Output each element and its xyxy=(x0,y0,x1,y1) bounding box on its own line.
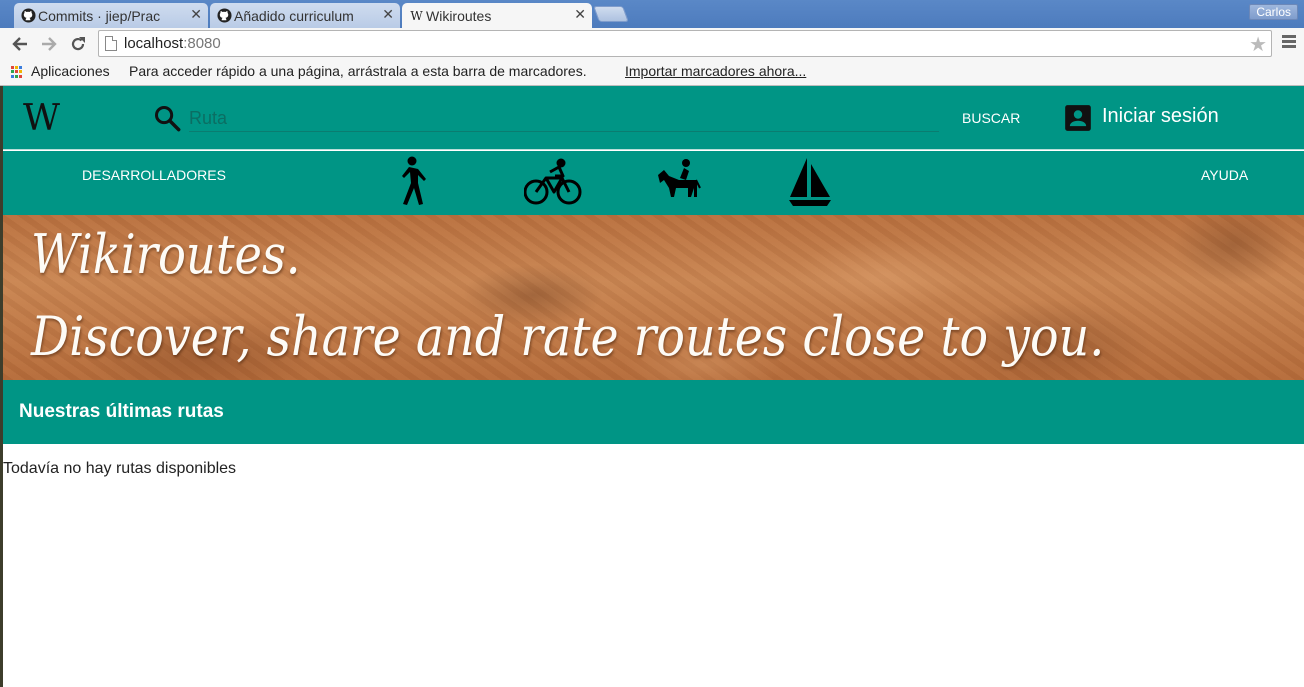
cycling-icon[interactable] xyxy=(523,155,583,209)
tab-title: Añadido curriculum xyxy=(234,7,354,24)
reload-icon[interactable] xyxy=(66,32,90,56)
walking-icon[interactable] xyxy=(387,155,433,209)
close-tab-icon[interactable]: ✕ xyxy=(382,6,394,23)
page-icon xyxy=(105,36,117,51)
bookmarks-bar: Aplicaciones Para acceder rápido a una p… xyxy=(0,60,1304,86)
banner-title: Wikiroutes. xyxy=(31,223,301,286)
address-bar[interactable]: localhost:8080 ★ xyxy=(98,30,1272,57)
apps-link[interactable]: Aplicaciones xyxy=(31,63,110,79)
browser-user-badge[interactable]: Carlos xyxy=(1249,4,1298,20)
activity-nav: DESARROLLADORES AYUDA xyxy=(3,151,1304,215)
wikipedia-icon: W xyxy=(410,8,423,23)
latest-routes-header: Nuestras últimas rutas xyxy=(3,380,1304,444)
browser-toolbar: localhost:8080 ★ xyxy=(0,28,1304,60)
browser-menu-icon[interactable] xyxy=(1282,35,1296,50)
empty-routes-message: Todavía no hay rutas disponibles xyxy=(3,460,237,477)
github-icon xyxy=(217,8,232,23)
tab-title: Commits · jiep/Pract xyxy=(38,7,160,24)
route-search-input[interactable] xyxy=(189,105,939,132)
browser-tab-commits[interactable]: Commits · jiep/Pract ✕ xyxy=(14,3,208,28)
section-title: Nuestras últimas rutas xyxy=(19,401,224,422)
close-tab-icon[interactable]: ✕ xyxy=(574,6,586,23)
new-tab-button[interactable] xyxy=(593,6,629,22)
apps-grid-icon[interactable] xyxy=(11,66,23,78)
account-box-icon[interactable] xyxy=(1064,104,1092,132)
search-icon[interactable] xyxy=(153,104,181,132)
horse-riding-icon[interactable] xyxy=(655,155,703,209)
close-tab-icon[interactable]: ✕ xyxy=(190,6,202,23)
browser-tab-wikiroutes[interactable]: W Wikiroutes ✕ xyxy=(402,3,592,28)
bookmark-star-icon[interactable]: ★ xyxy=(1249,32,1267,57)
wikipedia-logo[interactable]: W xyxy=(23,98,60,139)
github-icon xyxy=(21,8,36,23)
nav-help[interactable]: AYUDA xyxy=(1201,167,1248,183)
nav-developers[interactable]: DESARROLLADORES xyxy=(82,167,226,183)
url-text: localhost:8080 xyxy=(124,35,221,52)
forward-arrow-icon[interactable] xyxy=(37,32,61,56)
browser-tab-bar: Commits · jiep/Pract ✕ Añadido curriculu… xyxy=(0,0,1304,28)
back-arrow-icon[interactable] xyxy=(8,32,32,56)
search-button[interactable]: BUSCAR xyxy=(962,110,1020,126)
bookmarks-hint: Para acceder rápido a una página, arrást… xyxy=(129,63,587,79)
import-bookmarks-link[interactable]: Importar marcadores ahora... xyxy=(625,63,806,79)
hero-banner: Wikiroutes. Discover, share and rate rou… xyxy=(3,215,1304,380)
tab-title: Wikiroutes xyxy=(426,7,492,24)
site-header: W BUSCAR Iniciar sesión xyxy=(3,86,1304,150)
browser-tab-curriculum[interactable]: Añadido curriculum ✕ xyxy=(210,3,400,28)
banner-tagline: Discover, share and rate routes close to… xyxy=(31,305,1105,368)
sailing-icon[interactable] xyxy=(785,155,835,209)
login-link[interactable]: Iniciar sesión xyxy=(1102,105,1219,128)
page: W BUSCAR Iniciar sesión DESARROLLADORES xyxy=(3,86,1304,687)
